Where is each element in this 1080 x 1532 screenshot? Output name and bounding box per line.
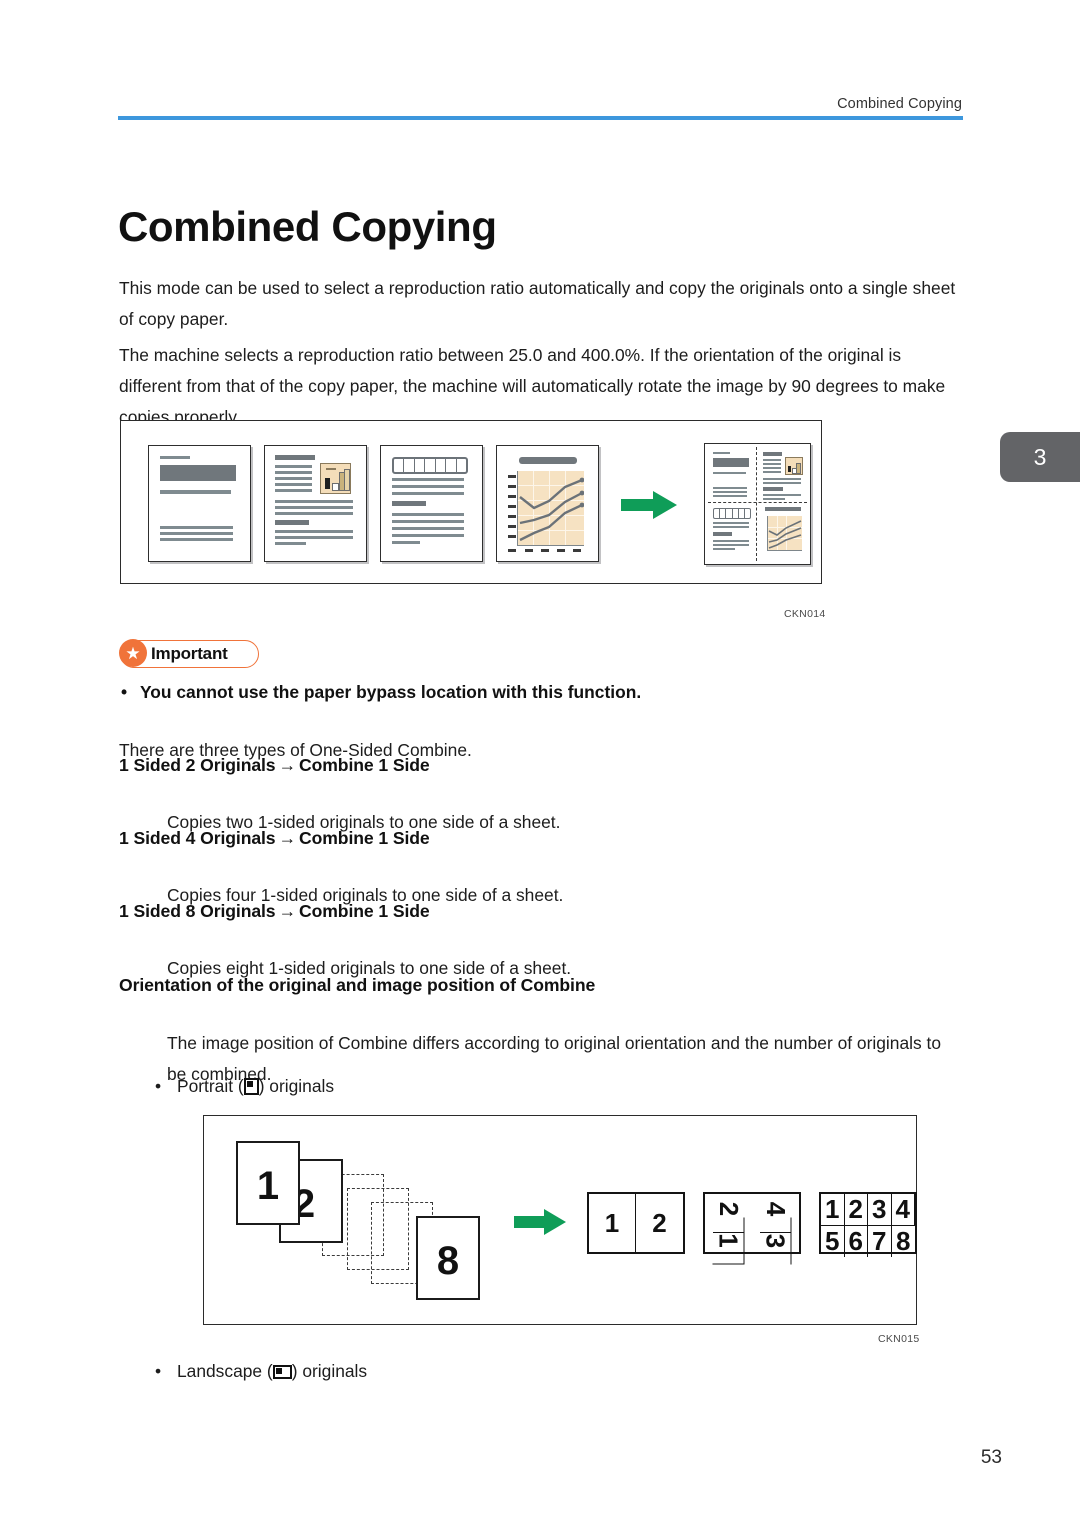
- bullet-landscape-originals: • Landscape ( ) originals: [155, 1361, 368, 1382]
- combine-heading-right: Combine 1 Side: [299, 755, 430, 775]
- original-page-8: 8: [416, 1216, 480, 1300]
- header-rule: [118, 116, 963, 120]
- chapter-tab: 3: [1000, 432, 1080, 482]
- important-bullet-text: You cannot use the paper bypass location…: [140, 682, 642, 702]
- chapter-tab-number: 3: [1033, 443, 1047, 470]
- combine-heading-right: Combine 1 Side: [299, 828, 430, 848]
- output-cell: 4: [892, 1194, 915, 1225]
- figure2-caption: CKN015: [878, 1333, 920, 1345]
- combine-type-heading-3: 1 Sided 8 Originals → Combine 1 Side: [119, 901, 430, 922]
- inline-chart-thumbnail: [320, 463, 351, 494]
- arrow-glyph: →: [278, 901, 297, 921]
- output-cell: 1: [589, 1194, 636, 1252]
- combine-type-heading-1: 1 Sided 2 Originals → Combine 1 Side: [119, 755, 430, 776]
- original-document-2: [264, 445, 367, 562]
- page-title: Combined Copying: [118, 203, 497, 251]
- folio-number: 53: [980, 1447, 1002, 1468]
- figure1-caption: CKN014: [784, 608, 826, 620]
- output-layout-4up: 2 4 1 3: [703, 1186, 801, 1265]
- arrow-glyph: →: [278, 828, 297, 848]
- landscape-label-after: ) originals: [291, 1361, 368, 1381]
- portrait-page-icon: [243, 1078, 259, 1095]
- output-cell: 6: [844, 1225, 868, 1257]
- important-label: Important: [151, 644, 228, 663]
- bullet-dot: •: [155, 1076, 162, 1096]
- bullet-portrait-originals: • Portrait ( ) originals: [155, 1076, 335, 1097]
- landscape-page-icon: [272, 1365, 292, 1379]
- original-page-number: 8: [436, 1239, 460, 1283]
- figure-combine-orientation-illustration: 1 2 8 1 2 2 4 1 3 1 2 3 4 5 6 7 8: [203, 1115, 917, 1325]
- combine-heading-left: 1 Sided 2 Originals: [119, 755, 276, 775]
- original-document-3: [380, 445, 483, 562]
- process-arrow-icon: [621, 491, 677, 519]
- original-page-number: 1: [256, 1164, 280, 1208]
- output-cell: 5: [821, 1225, 845, 1257]
- portrait-label-after: ) originals: [258, 1076, 335, 1096]
- output-cell: 7: [868, 1225, 892, 1257]
- important-bullet-item: • You cannot use the paper bypass locatio…: [121, 682, 641, 703]
- combine-type-heading-2: 1 Sided 4 Originals → Combine 1 Side: [119, 828, 430, 849]
- output-cell: 2: [845, 1194, 868, 1225]
- output-cell: 1: [821, 1194, 845, 1225]
- combine-heading-left: 1 Sided 4 Originals: [119, 828, 276, 848]
- orientation-heading: Orientation of the original and image po…: [119, 975, 596, 995]
- bullet-dot: •: [121, 682, 128, 702]
- important-badge: ★ Important: [119, 639, 259, 668]
- output-cell: 3: [868, 1194, 892, 1225]
- portrait-label-before: Portrait (: [177, 1076, 244, 1096]
- original-document-1: [148, 445, 251, 562]
- output-cell: 1: [712, 1217, 745, 1265]
- bullet-dot: •: [155, 1361, 162, 1381]
- combine-heading-left: 1 Sided 8 Originals: [119, 901, 276, 921]
- output-cell: 3: [759, 1217, 792, 1265]
- chart-series-lines: [519, 477, 584, 542]
- original-page-1: 1: [236, 1141, 300, 1225]
- arrow-glyph: →: [278, 755, 297, 775]
- intro-paragraph: This mode can be used to select a reprod…: [119, 278, 956, 330]
- landscape-label-before: Landscape (: [177, 1361, 273, 1381]
- line-chart-plot-area: [517, 471, 584, 546]
- combined-output-sheet: [704, 443, 811, 565]
- figure-combined-copying-illustration: [120, 420, 822, 584]
- combine-heading-right: Combine 1 Side: [299, 901, 430, 921]
- star-icon: ★: [119, 639, 147, 667]
- output-layout-8up: 1 2 3 4 5 6 7 8: [819, 1192, 917, 1257]
- process-arrow-icon: [514, 1209, 566, 1235]
- document-page: Combined Copying 3 Combined Copying This…: [0, 0, 1080, 1532]
- running-head: Combined Copying: [837, 96, 962, 112]
- output-cell: 2: [652, 1207, 667, 1238]
- output-cell: 8: [891, 1225, 915, 1257]
- original-document-4: [496, 445, 599, 562]
- output-layout-2up: 1 2: [587, 1192, 685, 1254]
